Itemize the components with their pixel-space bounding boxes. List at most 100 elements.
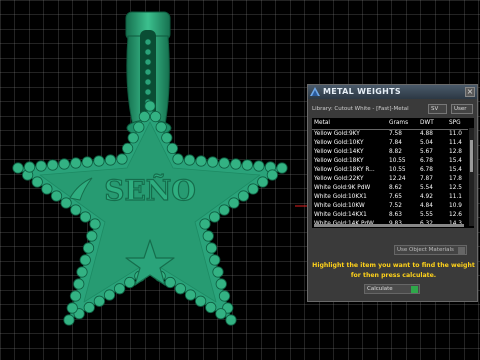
panel-title: METAL WEIGHTS (323, 87, 401, 96)
bead (86, 230, 98, 242)
bead (195, 295, 207, 307)
column-header-metal[interactable]: Metal (314, 119, 386, 128)
cell-spg: 15.4 (449, 167, 462, 173)
cell-metal: Yellow Gold:18KY R... (314, 167, 375, 173)
table-vertical-scrollbar[interactable] (469, 128, 474, 226)
bead (127, 132, 139, 144)
calculate-button[interactable]: Calculate (364, 284, 420, 294)
bead (23, 161, 36, 173)
bead (83, 301, 95, 314)
cell-spg: 15.4 (449, 158, 462, 164)
bead (31, 176, 43, 188)
bead (150, 111, 162, 123)
bead (79, 254, 91, 266)
table-row[interactable]: Yellow Gold:9KY 7.58 4.88 11.0 (312, 130, 468, 139)
bead (172, 153, 184, 165)
bead (155, 121, 167, 133)
cell-metal: White Gold:14KX1 (314, 212, 367, 218)
panel-titlebar[interactable]: METAL WEIGHTS × (308, 85, 477, 99)
table-row[interactable]: White Gold:14KX1 8.63 5.55 12.6 (312, 211, 468, 220)
bead (50, 190, 63, 202)
bead (215, 278, 227, 290)
cell-spg: 10.9 (449, 203, 462, 209)
use-object-materials-label: Use Object Materials (397, 247, 454, 253)
column-header-grams[interactable]: Grams (389, 119, 417, 128)
cell-dwt: 6.78 (420, 158, 433, 164)
column-header-spg[interactable]: SPG (449, 119, 468, 128)
cell-dwt: 6.78 (420, 167, 433, 173)
cell-grams: 10.55 (389, 158, 406, 164)
bead (70, 157, 82, 169)
cell-dwt: 5.67 (420, 149, 433, 155)
bead (66, 302, 78, 314)
bead (215, 308, 227, 320)
cell-dwt: 7.87 (420, 176, 433, 182)
scroll-thumb[interactable] (470, 140, 473, 172)
table-row[interactable]: White Gold:10KW 7.52 4.84 10.9 (312, 202, 468, 211)
bead (257, 176, 269, 188)
bead (124, 276, 136, 289)
table-row[interactable]: Yellow Gold:10KY 7.84 5.04 11.4 (312, 139, 468, 148)
metal-weights-panel: METAL WEIGHTS × Library: Cutout White - … (307, 84, 478, 302)
bead (199, 218, 211, 230)
cell-dwt: 5.55 (420, 212, 433, 218)
bead (82, 242, 95, 254)
bead (116, 153, 128, 165)
column-header-dwt[interactable]: DWT (420, 119, 446, 128)
bead (47, 159, 59, 171)
cell-grams: 12.24 (389, 176, 406, 182)
instructions-text: Highlight the item you want to find the … (312, 262, 475, 279)
bead (60, 197, 72, 209)
cell-metal: Yellow Gold:22KY (314, 176, 364, 182)
table-row[interactable]: Yellow Gold:14KY 8.82 5.67 12.8 (312, 148, 468, 157)
cell-metal: Yellow Gold:14KY (314, 149, 364, 155)
cell-spg: 12.8 (449, 149, 462, 155)
table-row[interactable]: Yellow Gold:22KY 12.24 7.87 17.8 (312, 175, 468, 184)
bead (218, 290, 231, 302)
table-row[interactable]: White Gold:9K PdW 8.62 5.54 12.5 (312, 184, 468, 193)
table-row[interactable]: White Gold:10KX1 7.65 4.92 11.1 (312, 193, 468, 202)
use-object-materials-dropdown[interactable]: Use Object Materials (394, 245, 467, 255)
cell-dwt: 4.92 (420, 194, 433, 200)
bead (218, 204, 230, 216)
table-row[interactable]: Yellow Gold:18KY R... 10.55 6.78 15.4 (312, 166, 468, 175)
cell-grams: 8.62 (389, 185, 402, 191)
cell-grams: 7.84 (389, 140, 402, 146)
cell-spg: 11.0 (449, 131, 462, 137)
bead (70, 204, 82, 216)
bead (202, 230, 214, 242)
bead (81, 156, 93, 168)
bead (164, 276, 176, 289)
library-label: Library: Cutout White - [Fast]-Metal (312, 106, 409, 112)
cell-grams: 7.58 (389, 131, 402, 137)
bead (228, 197, 240, 209)
table-header: Metal Grams DWT SPG (312, 119, 468, 130)
bead (73, 278, 85, 290)
cell-dwt: 4.84 (420, 203, 433, 209)
bead (166, 142, 178, 154)
bead (209, 211, 221, 223)
bead (209, 254, 221, 266)
bead (133, 121, 145, 133)
bead (253, 160, 265, 172)
cell-spg: 17.8 (449, 176, 462, 182)
close-button[interactable]: × (465, 87, 475, 97)
cell-dwt: 5.04 (420, 140, 433, 146)
bead (93, 155, 105, 167)
cell-spg: 12.5 (449, 185, 462, 191)
cell-metal: Yellow Gold:10KY (314, 140, 364, 146)
sv-dropdown[interactable]: SV (428, 104, 447, 114)
bead (225, 314, 237, 326)
cell-metal: Yellow Gold:9KY (314, 131, 360, 137)
cell-dwt: 4.88 (420, 131, 433, 137)
user-dropdown[interactable]: User (451, 104, 473, 114)
metal-weights-icon (310, 87, 320, 96)
bead (63, 314, 75, 326)
calculate-label: Calculate (367, 286, 393, 292)
table-row[interactable]: Yellow Gold:18KY 10.55 6.78 15.4 (312, 157, 468, 166)
table-horizontal-scrollbar[interactable] (314, 224, 464, 227)
metal-table: Metal Grams DWT SPG Yellow Gold:9KY 7.58 4… (312, 118, 474, 228)
bead (93, 295, 105, 307)
bead (122, 142, 134, 154)
cell-grams: 8.63 (389, 212, 402, 218)
